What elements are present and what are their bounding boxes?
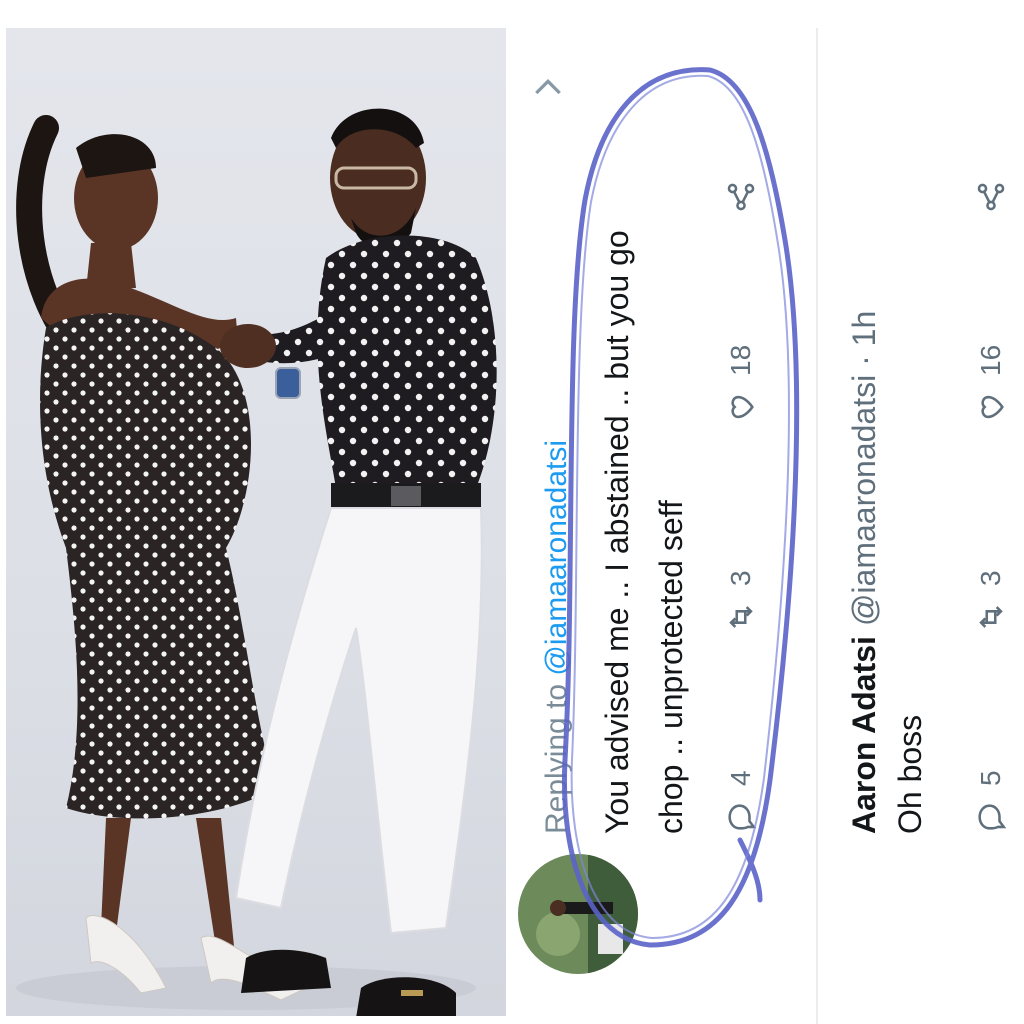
share-button[interactable] xyxy=(716,180,766,214)
author-tweet[interactable]: Aaron Adatsi @iamaaronadatsi · 1h Oh boss… xyxy=(816,28,1024,1024)
replying-to-line: Replying to @iamaaronadatsi xyxy=(540,440,574,834)
retweet-icon xyxy=(729,606,753,628)
tweet-body: You advised me .. I abstained .. but you… xyxy=(590,230,698,834)
reply-count: 4 xyxy=(725,770,756,786)
tweet-actions: 5 3 16 xyxy=(966,54,1016,834)
couple-illustration xyxy=(16,108,497,1016)
like-icon xyxy=(981,395,1004,419)
avatar-image xyxy=(518,854,638,974)
like-count: 16 xyxy=(975,344,1006,376)
author-name[interactable]: Aaron Adatsi xyxy=(846,636,882,834)
share-icon xyxy=(727,183,755,211)
couple-photo xyxy=(6,28,506,1016)
tweet-actions: 4 3 18 xyxy=(716,54,766,834)
rotated-tweet-view: Replying to @iamaaronadatsi You advised … xyxy=(516,28,1024,1024)
reply-button[interactable]: 4 xyxy=(716,770,766,834)
share-button[interactable] xyxy=(966,180,1016,214)
tweet-body: Oh boss xyxy=(892,714,928,834)
reply-button[interactable]: 5 xyxy=(966,770,1016,834)
like-button[interactable]: 16 xyxy=(966,345,1016,424)
retweet-count: 3 xyxy=(725,570,756,586)
reply-count: 5 xyxy=(975,770,1006,786)
replying-to-label: Replying to xyxy=(540,675,573,834)
tweet-body-line: chop .. unprotected seff xyxy=(653,500,689,834)
like-count: 18 xyxy=(725,344,756,376)
tweet-body-line: You advised me .. I abstained .. but you… xyxy=(599,230,635,834)
retweet-button[interactable]: 3 xyxy=(966,570,1016,634)
reply-tweet[interactable]: Replying to @iamaaronadatsi You advised … xyxy=(516,28,816,1024)
mention-link[interactable]: @iamaaronadatsi xyxy=(540,440,573,676)
chevron-right-icon[interactable] xyxy=(528,68,568,108)
author-row: Aaron Adatsi @iamaaronadatsi · 1h xyxy=(846,311,883,834)
retweet-icon xyxy=(979,606,1003,628)
tweet-thread-panel: Replying to @iamaaronadatsi You advised … xyxy=(516,28,1024,1024)
reply-icon xyxy=(978,804,1007,830)
author-handle: @iamaaronadatsi · 1h xyxy=(846,310,882,627)
retweet-count: 3 xyxy=(975,570,1006,586)
avatar[interactable] xyxy=(518,854,638,974)
retweet-button[interactable]: 3 xyxy=(716,570,766,634)
like-icon xyxy=(731,395,754,419)
like-button[interactable]: 18 xyxy=(716,345,766,424)
reply-icon xyxy=(728,804,757,830)
share-icon xyxy=(977,183,1005,211)
